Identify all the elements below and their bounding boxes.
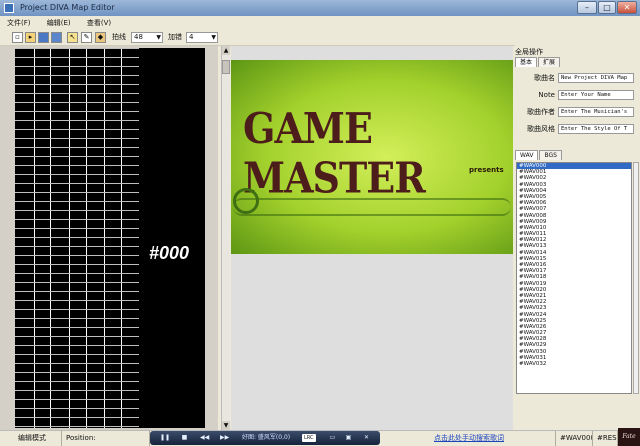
song-style-label: 歌曲风格 bbox=[527, 125, 555, 133]
tab-extended[interactable]: 扩展 bbox=[538, 57, 561, 67]
new-icon[interactable]: ▫ bbox=[12, 32, 23, 43]
property-tabs: 基本 扩展 bbox=[515, 57, 561, 67]
menu-file[interactable]: 文件(F) bbox=[0, 16, 38, 30]
add-select[interactable]: 4 ▼ bbox=[186, 32, 218, 43]
mode-status: 编辑模式 bbox=[0, 431, 62, 446]
preview-pane: GAME MASTER presents bbox=[231, 46, 513, 430]
add-label: 加错 bbox=[168, 33, 182, 41]
scroll-down-icon[interactable]: ▼ bbox=[222, 421, 230, 430]
panel-title: 全局操作 bbox=[515, 48, 543, 56]
eraser-icon[interactable]: ◆ bbox=[95, 32, 106, 43]
stop-icon[interactable]: ■ bbox=[180, 434, 189, 442]
position-status: Position: bbox=[62, 431, 150, 446]
property-row: 歌曲作者 Enter The Musician's bbox=[517, 105, 639, 119]
player-song-text: 好图: 盛风军(0,0) bbox=[242, 434, 291, 441]
title-bar: Project DIVA Map Editor – □ ✕ bbox=[0, 0, 640, 16]
window-icon[interactable]: ▭ bbox=[328, 434, 337, 442]
window-icon[interactable]: ▣ bbox=[344, 434, 353, 442]
chevron-down-icon: ▼ bbox=[211, 34, 216, 41]
pencil-icon[interactable]: ✎ bbox=[81, 32, 92, 43]
previous-icon[interactable]: ◀◀ bbox=[200, 434, 209, 442]
editor-pane: #000 bbox=[0, 46, 218, 430]
song-name-label: 歌曲名 bbox=[534, 74, 555, 82]
menu-view[interactable]: 查看(V) bbox=[80, 16, 118, 30]
minimize-button[interactable]: – bbox=[577, 1, 597, 14]
menu-bar: 文件(F) 编辑(E) 查看(V) bbox=[0, 16, 640, 30]
tab-basic[interactable]: 基本 bbox=[515, 57, 538, 67]
media-player-bar: ❚❚ ■ ◀◀ ▶▶ 好图: 盛风军(0,0) LRC ▭ ▣ ✕ bbox=[150, 431, 380, 445]
toolbar: ▫ ▸ ↖ ✎ ◆ 拍线 48 ▼ 加错 4 ▼ bbox=[0, 30, 515, 46]
note-marker: #000 bbox=[149, 243, 190, 263]
bar-decoration bbox=[233, 198, 511, 216]
close-button[interactable]: ✕ bbox=[617, 1, 637, 14]
property-row: Note Enter Your Name bbox=[517, 88, 639, 102]
wav-list-scrollbar[interactable] bbox=[633, 162, 639, 394]
song-style-field[interactable]: Enter The Style Of T bbox=[558, 124, 634, 134]
window-title: Project DIVA Map Editor bbox=[20, 3, 115, 12]
beat-select[interactable]: 48 ▼ bbox=[131, 32, 163, 43]
song-author-field[interactable]: Enter The Musician's bbox=[558, 107, 634, 117]
app-icon bbox=[4, 3, 14, 13]
scroll-up-icon[interactable]: ▲ bbox=[222, 46, 230, 55]
editor-track bbox=[139, 48, 205, 428]
beat-label: 拍线 bbox=[112, 33, 126, 41]
lyrics-search-link[interactable]: 点击此处手动搜索歌词 bbox=[434, 431, 504, 446]
select-icon[interactable]: ↖ bbox=[67, 32, 78, 43]
maximize-button[interactable]: □ bbox=[598, 1, 616, 14]
beat-value: 48 bbox=[134, 33, 143, 41]
lrc-button[interactable]: LRC bbox=[302, 434, 316, 442]
save-as-icon[interactable] bbox=[51, 32, 62, 43]
song-author-label: 歌曲作者 bbox=[527, 108, 555, 116]
wav-status: #WAV000 bbox=[555, 431, 593, 446]
banner-subtitle: presents bbox=[469, 166, 504, 174]
open-icon[interactable]: ▸ bbox=[25, 32, 36, 43]
property-row: 歌曲名 New Project DIVA Map bbox=[517, 71, 639, 85]
note-grid[interactable] bbox=[15, 48, 139, 428]
wav-list-item[interactable]: #WAV032 bbox=[517, 361, 631, 367]
tab-bgs[interactable]: BGS bbox=[539, 150, 562, 160]
editor-scrollbar[interactable]: ▲ ▼ bbox=[221, 46, 230, 430]
note-field[interactable]: Enter Your Name bbox=[558, 90, 634, 100]
fate-logo: Fate bbox=[618, 428, 640, 446]
wav-list[interactable]: #WAV000 #WAV001 #WAV002 #WAV003 #WAV004 #WAV0… bbox=[516, 162, 632, 394]
properties-panel: 全局操作 基本 扩展 歌曲名 New Project DIVA Map Note … bbox=[513, 46, 640, 430]
note-label: Note bbox=[538, 91, 555, 99]
chevron-down-icon: ▼ bbox=[156, 34, 161, 41]
banner-title: GAME MASTER bbox=[243, 103, 426, 203]
menu-edit[interactable]: 编辑(E) bbox=[40, 16, 78, 30]
preview-banner: GAME MASTER presents bbox=[231, 60, 513, 254]
save-icon[interactable] bbox=[38, 32, 49, 43]
property-row: 歌曲风格 Enter The Style Of T bbox=[517, 122, 639, 136]
pause-icon[interactable]: ❚❚ bbox=[160, 434, 170, 442]
next-icon[interactable]: ▶▶ bbox=[220, 434, 229, 442]
scroll-thumb[interactable] bbox=[222, 60, 230, 74]
close-icon[interactable]: ✕ bbox=[362, 434, 371, 442]
res-status: #RES0 bbox=[593, 431, 618, 446]
app-window: Project DIVA Map Editor – □ ✕ 文件(F) 编辑(E… bbox=[0, 0, 640, 446]
add-value: 4 bbox=[189, 33, 194, 41]
list-tabs: WAV BGS bbox=[515, 150, 563, 160]
song-name-field[interactable]: New Project DIVA Map bbox=[558, 73, 634, 83]
tab-wav[interactable]: WAV bbox=[515, 150, 539, 160]
